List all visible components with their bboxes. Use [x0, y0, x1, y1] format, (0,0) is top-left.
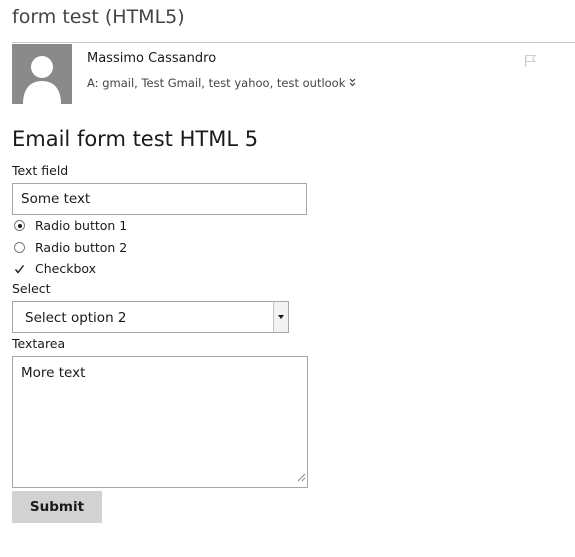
text-field-input[interactable]: [12, 183, 307, 215]
header-divider: [12, 42, 575, 43]
radio-label-2: Radio button 2: [35, 240, 128, 255]
select-dropdown[interactable]: Select option 2: [12, 301, 289, 333]
radio-label-1: Radio button 1: [35, 218, 128, 233]
submit-button[interactable]: Submit: [12, 491, 102, 523]
caret-down-icon[interactable]: [273, 302, 288, 332]
radio-button-2[interactable]: [14, 242, 25, 253]
recipients-line[interactable]: A: gmail, Test Gmail, test yahoo, test o…: [87, 76, 356, 90]
checkbox-option[interactable]: Checkbox: [14, 261, 96, 276]
select-label: Select: [12, 281, 51, 296]
flag-icon[interactable]: [524, 53, 537, 72]
resize-grip-icon[interactable]: [297, 467, 306, 486]
textarea-field[interactable]: More text: [12, 356, 308, 488]
text-field-label: Text field: [12, 163, 69, 178]
recipients-text: A: gmail, Test Gmail, test yahoo, test o…: [87, 76, 346, 90]
radio-button-1[interactable]: [14, 220, 25, 231]
checkbox-label: Checkbox: [35, 261, 97, 276]
checkbox[interactable]: [14, 263, 25, 274]
textarea-value: More text: [21, 365, 86, 381]
select-value: Select option 2: [25, 310, 127, 326]
sender-name[interactable]: Massimo Cassandro: [87, 51, 216, 66]
double-chevron-down-icon[interactable]: [349, 76, 356, 90]
checkmark-icon: [14, 265, 25, 274]
person-silhouette-icon: [12, 44, 72, 104]
email-subject: form test (HTML5): [12, 6, 185, 28]
sender-avatar: [12, 44, 72, 104]
form-title: Email form test HTML 5: [12, 127, 259, 151]
radio-option-1[interactable]: Radio button 1: [14, 218, 127, 233]
radio-option-2[interactable]: Radio button 2: [14, 240, 127, 255]
textarea-label: Textarea: [12, 336, 66, 351]
